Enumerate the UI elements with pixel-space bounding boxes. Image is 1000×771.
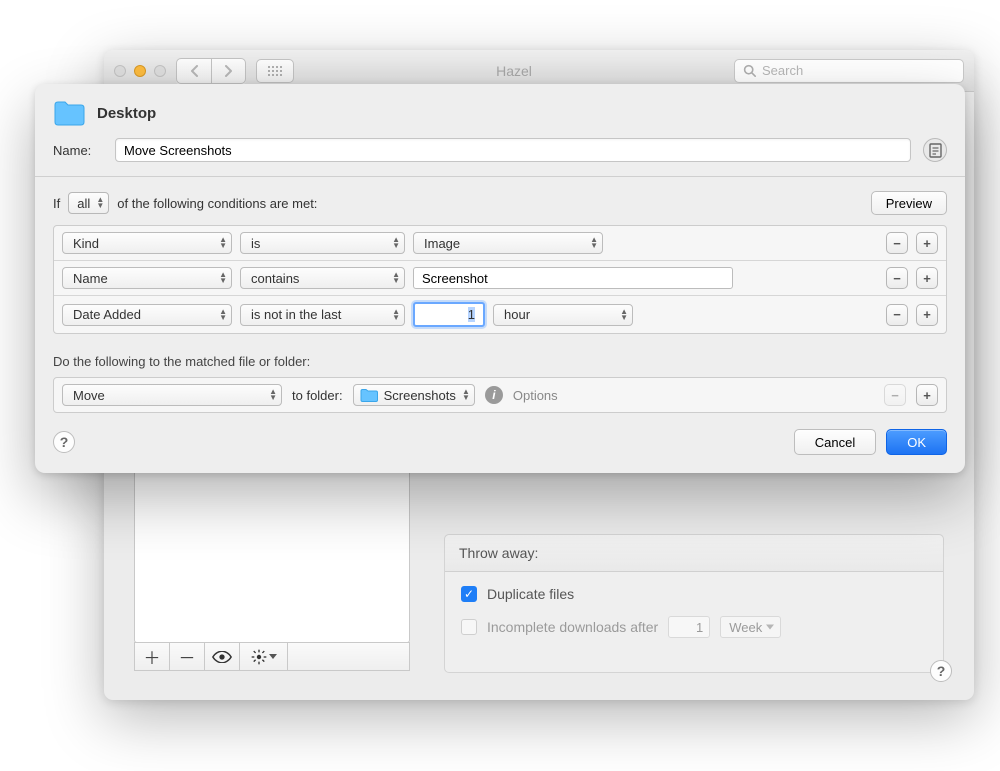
back-button[interactable] xyxy=(177,59,211,83)
duplicate-files-checkbox[interactable]: ✓ xyxy=(461,586,477,602)
rule-editor-sheet: Desktop Name: If all▲▼ of the following … xyxy=(35,84,965,473)
incomplete-unit-popup[interactable]: Week xyxy=(720,616,781,638)
action-verb-popup[interactable]: Move▲▼ xyxy=(62,384,282,406)
document-icon xyxy=(929,143,942,158)
action-row: Move▲▼ to folder: Screenshots▲▼ i Option… xyxy=(53,377,947,413)
window-controls xyxy=(114,65,166,77)
forward-button[interactable] xyxy=(211,59,245,83)
duplicate-files-row: ✓ Duplicate files xyxy=(461,586,927,602)
zoom-icon[interactable] xyxy=(154,65,166,77)
folder-icon xyxy=(360,388,378,402)
eye-icon xyxy=(212,651,232,663)
rule-name-input[interactable] xyxy=(115,138,911,162)
remove-condition-button[interactable]: − xyxy=(886,232,908,254)
name-label: Name: xyxy=(53,143,103,158)
conditions-box: Kind▲▼ is▲▼ Image▲▼ − + Name▲▼ contains▲… xyxy=(53,225,947,334)
info-icon[interactable]: i xyxy=(485,386,503,404)
sheet-help-button[interactable]: ? xyxy=(53,431,75,453)
condition-operator-popup[interactable]: contains▲▼ xyxy=(240,267,405,289)
incomplete-downloads-row: Incomplete downloads after 1 Week xyxy=(461,616,927,638)
actions-label: Do the following to the matched file or … xyxy=(35,340,965,377)
search-field[interactable]: Search xyxy=(734,59,964,83)
condition-row: Date Added▲▼ is not in the last▲▼ 1 hour… xyxy=(54,295,946,333)
condition-scope-row: If all▲▼ of the following conditions are… xyxy=(53,191,947,215)
folder-icon xyxy=(53,100,85,126)
condition-scope-popup[interactable]: all▲▼ xyxy=(68,192,109,214)
duplicate-files-label: Duplicate files xyxy=(487,586,574,602)
gear-icon xyxy=(251,649,267,665)
window-title: Hazel xyxy=(304,63,724,79)
preview-button[interactable] xyxy=(205,643,240,670)
chevron-down-icon xyxy=(269,654,277,660)
show-all-button[interactable] xyxy=(256,59,294,83)
add-action-button[interactable]: + xyxy=(916,384,938,406)
close-icon[interactable] xyxy=(114,65,126,77)
condition-value-popup[interactable]: Image▲▼ xyxy=(413,232,603,254)
action-folder-popup[interactable]: Screenshots▲▼ xyxy=(353,384,475,406)
incomplete-downloads-checkbox[interactable] xyxy=(461,619,477,635)
condition-operator-popup[interactable]: is not in the last▲▼ xyxy=(240,304,405,326)
condition-operator-popup[interactable]: is▲▼ xyxy=(240,232,405,254)
condition-row: Kind▲▼ is▲▼ Image▲▼ − + xyxy=(54,226,946,260)
incomplete-value-input[interactable]: 1 xyxy=(668,616,710,638)
if-prefix: If xyxy=(53,196,60,211)
search-icon xyxy=(743,64,756,77)
add-folder-button[interactable]: ＋ xyxy=(135,643,170,670)
if-suffix: of the following conditions are met: xyxy=(117,196,317,211)
incomplete-downloads-label: Incomplete downloads after xyxy=(487,619,658,635)
add-condition-button[interactable]: + xyxy=(916,304,938,326)
remove-action-button: − xyxy=(884,384,906,406)
remove-folder-button[interactable]: － xyxy=(170,643,205,670)
throw-away-panel: Throw away: ✓ Duplicate files Incomplete… xyxy=(444,534,944,673)
help-button[interactable]: ? xyxy=(930,660,952,682)
condition-attribute-popup[interactable]: Date Added▲▼ xyxy=(62,304,232,326)
folders-list[interactable]: ＋ － xyxy=(134,460,410,643)
condition-value-input[interactable] xyxy=(413,267,733,289)
condition-number-input[interactable]: 1 xyxy=(413,302,485,327)
remove-condition-button[interactable]: − xyxy=(886,267,908,289)
nav-back-forward xyxy=(176,58,246,84)
folder-actions-menu[interactable] xyxy=(240,643,288,670)
search-placeholder: Search xyxy=(762,63,803,78)
add-condition-button[interactable]: + xyxy=(916,267,938,289)
ok-button[interactable]: OK xyxy=(886,429,947,455)
to-folder-label: to folder: xyxy=(292,388,343,403)
condition-attribute-popup[interactable]: Kind▲▼ xyxy=(62,232,232,254)
folders-toolbar: ＋ － xyxy=(134,642,410,671)
throw-away-header: Throw away: xyxy=(445,535,943,572)
condition-row: Name▲▼ contains▲▼ − + xyxy=(54,260,946,295)
notes-button[interactable] xyxy=(923,138,947,162)
cancel-button[interactable]: Cancel xyxy=(794,429,876,455)
minimize-icon[interactable] xyxy=(134,65,146,77)
preview-rule-button[interactable]: Preview xyxy=(871,191,947,215)
options-button[interactable]: Options xyxy=(513,388,558,403)
condition-unit-popup[interactable]: hour▲▼ xyxy=(493,304,633,326)
condition-attribute-popup[interactable]: Name▲▼ xyxy=(62,267,232,289)
sheet-folder-title: Desktop xyxy=(97,105,156,122)
remove-condition-button[interactable]: − xyxy=(886,304,908,326)
add-condition-button[interactable]: + xyxy=(916,232,938,254)
